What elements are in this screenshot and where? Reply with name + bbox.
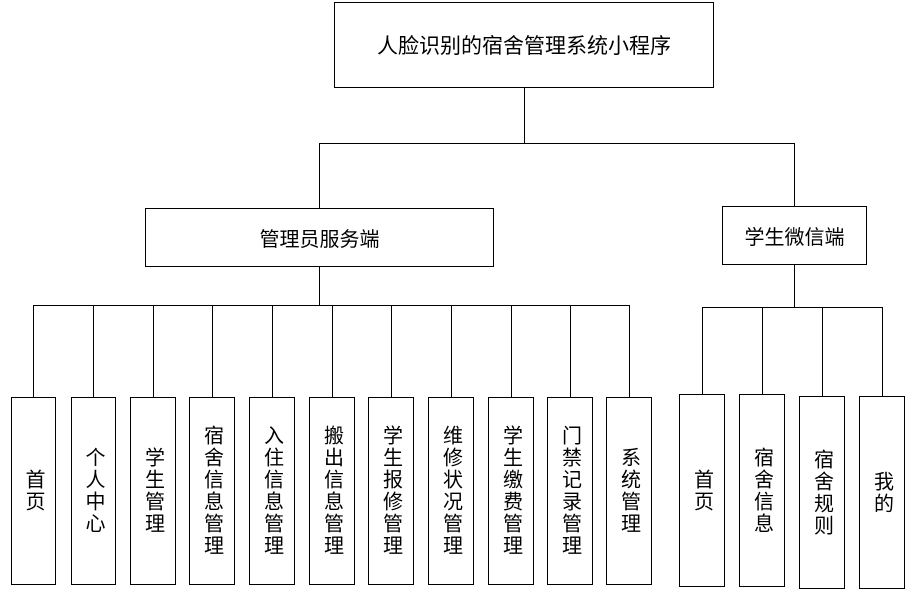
student-leaf-mine: 我的 bbox=[859, 396, 905, 589]
admin-leaf-system-management: 系统管理 bbox=[606, 397, 652, 585]
admin-leaf-access-record-management: 门禁记录管理 bbox=[547, 397, 593, 585]
student-leaf-home: 首页 bbox=[679, 394, 725, 587]
admin-leaf-moveout-management: 搬出信息管理 bbox=[309, 397, 355, 585]
student-leaf-dorm-rules: 宿舍规则 bbox=[799, 396, 845, 589]
student-leaf-dorm-info: 宿舍信息 bbox=[739, 394, 785, 587]
admin-leaf-repair-report-management: 学生报修管理 bbox=[368, 397, 414, 585]
admin-service-node: 管理员服务端 bbox=[145, 208, 494, 267]
admin-leaf-home: 首页 bbox=[11, 397, 56, 585]
root-node: 人脸识别的宿舍管理系统小程序 bbox=[334, 2, 714, 88]
admin-leaf-dorm-info-management: 宿舍信息管理 bbox=[189, 397, 235, 585]
student-wechat-node: 学生微信端 bbox=[722, 206, 867, 265]
admin-leaf-repair-status-management: 维修状况管理 bbox=[428, 397, 474, 585]
admin-leaf-payment-management: 学生缴费管理 bbox=[488, 397, 534, 585]
admin-leaf-personal-center: 个人中心 bbox=[71, 397, 116, 585]
admin-leaf-checkin-management: 入住信息管理 bbox=[249, 397, 295, 585]
admin-leaf-student-management: 学生管理 bbox=[130, 397, 176, 585]
